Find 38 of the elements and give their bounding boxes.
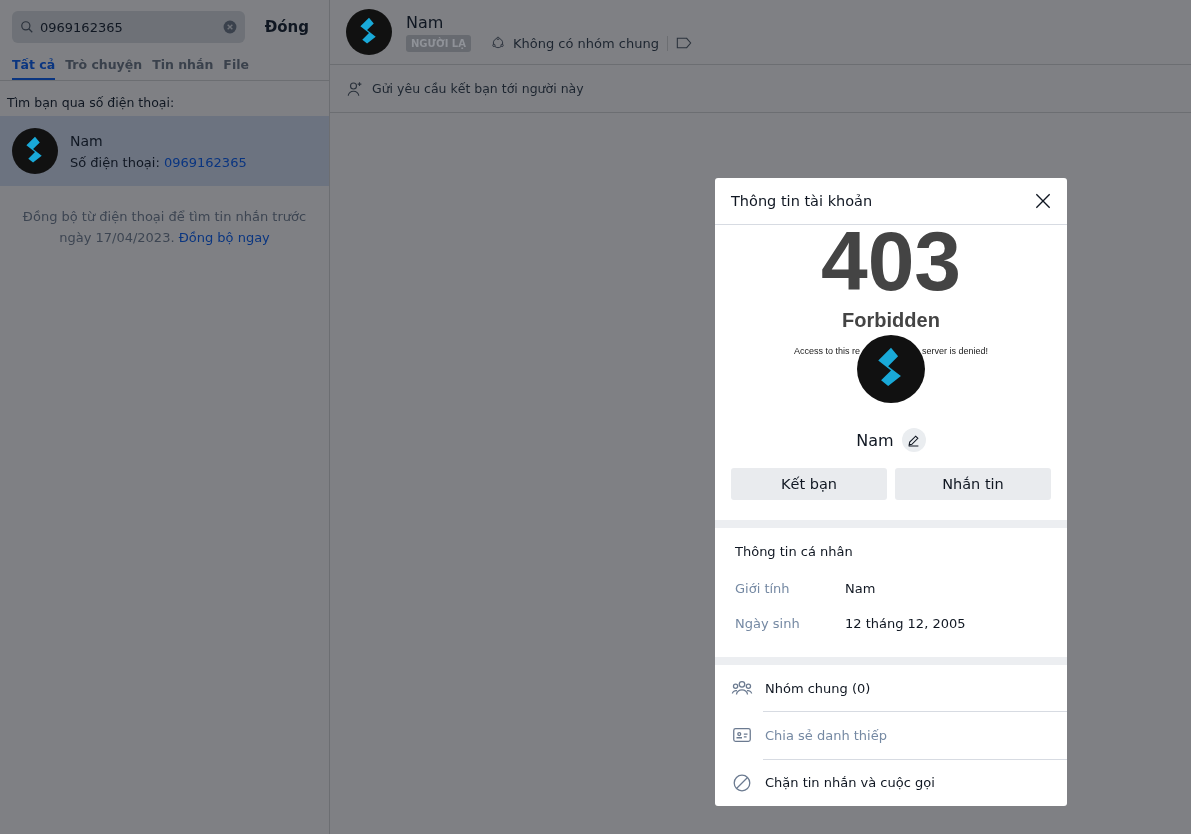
error-code: 403 [820,219,962,304]
tab[interactable]: File [223,55,249,80]
error-title: Forbidden [842,309,940,333]
field-label: Giới tính [735,581,791,597]
profile-name: Nam [856,430,894,450]
dialog-title: Thông tin tài khoản [731,193,873,210]
field-label: Ngày sinh [735,616,801,632]
menu-item[interactable]: Chia sẻ danh thiếp [715,712,1067,759]
field-value: 12 tháng 12, 2005 [845,616,966,632]
sync-note: Đồng bộ từ điện thoại để tìm tin nhắn trước ngày 17/04/2023. Đồng bộ ngay [21,208,308,247]
chat-name: Nam [406,12,445,32]
common-groups: Không có nhóm chung [513,35,668,51]
edit-icon[interactable] [901,428,926,453]
error-message: Access to this re [793,346,860,359]
tag-icon[interactable] [675,36,692,50]
group-icon [491,36,505,50]
section-title: Thông tin cá nhân [735,544,854,560]
close-button[interactable]: Đóng [256,14,317,40]
error-message: server is denied! [922,346,989,359]
contact-name: Nam [70,132,104,149]
friend-request-text[interactable]: Gửi yêu cầu kết bạn tới người này [372,81,584,96]
sync-link[interactable]: Đồng bộ ngay [178,230,270,245]
section-title: Tìm bạn qua số điện thoại: [6,94,176,112]
search-result[interactable]: Nam Số điện thoại: 0969162365 [0,116,329,186]
menu-item[interactable]: Chặn tin nhắn và cuộc gọi [715,759,1067,806]
tab[interactable]: Tất cả [12,55,56,80]
search-icon [20,20,34,34]
add-user-icon [346,79,364,98]
action-button[interactable]: Kết bạn [731,468,887,501]
logo-avatar [12,128,58,174]
action-button[interactable]: Nhắn tin [895,468,1051,501]
tab[interactable]: Tin nhắn [152,55,214,80]
field-value: Nam [845,581,876,597]
search-field[interactable]: 0969162365 [12,11,245,43]
tab[interactable]: Trò chuyện [65,55,143,80]
phone-number: Số điện thoại: 0969162365 [70,154,247,170]
menu-item[interactable]: Nhóm chung (0) [715,664,1067,712]
logo-avatar [346,9,392,55]
